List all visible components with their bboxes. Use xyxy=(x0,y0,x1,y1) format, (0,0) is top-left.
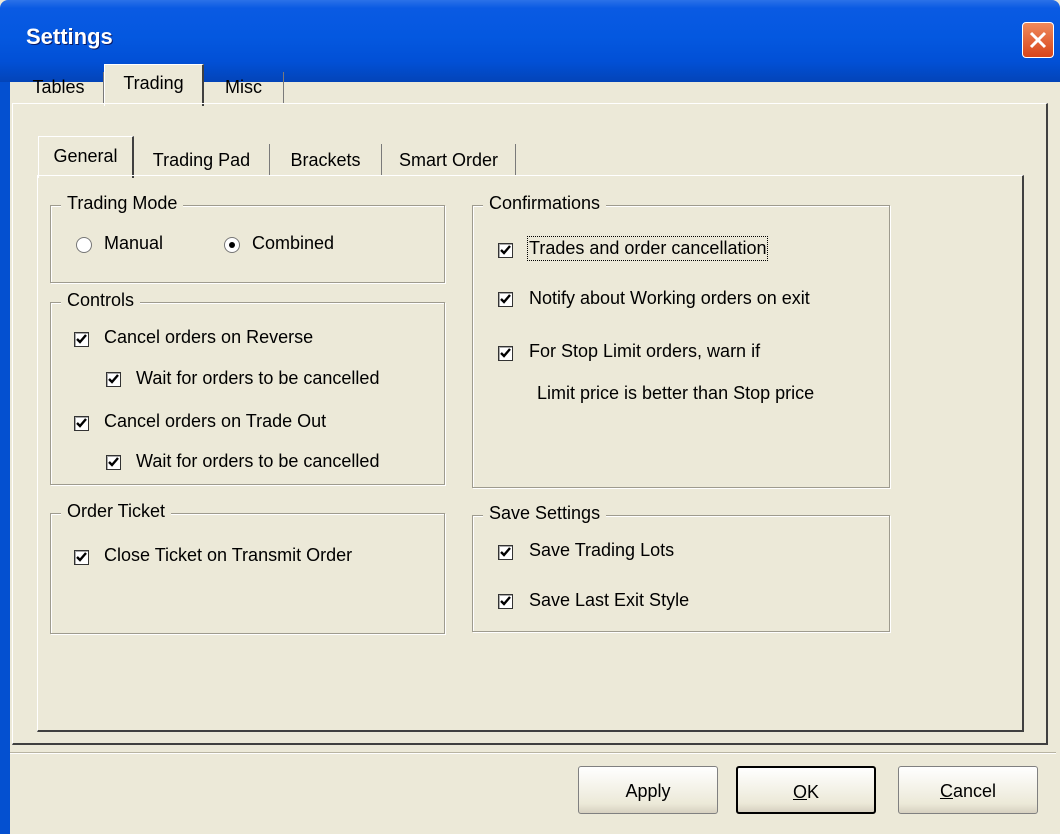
manual-radio[interactable] xyxy=(76,237,92,253)
tab-smart-order[interactable]: Smart Order xyxy=(382,144,516,176)
wait-cancelled-trade-out-label[interactable]: Wait for orders to be cancelled xyxy=(136,451,379,472)
combined-label[interactable]: Combined xyxy=(252,233,334,254)
save-last-exit-style-label[interactable]: Save Last Exit Style xyxy=(529,590,689,611)
save-trading-lots-checkbox[interactable] xyxy=(498,545,513,560)
close-ticket-checkbox[interactable] xyxy=(74,550,89,565)
cancel-on-reverse-checkbox[interactable] xyxy=(74,332,89,347)
save-settings-title: Save Settings xyxy=(483,503,607,524)
settings-dialog: Settings Tables Trading Misc General Tra… xyxy=(0,0,1060,834)
cancel-label-rest: ancel xyxy=(952,781,997,801)
tab-trading-pad[interactable]: Trading Pad xyxy=(134,144,270,176)
window-title: Settings xyxy=(26,24,113,49)
trades-cancellation-label[interactable]: Trades and order cancellation xyxy=(526,236,769,261)
notify-working-orders-label[interactable]: Notify about Working orders on exit xyxy=(529,288,810,309)
cancel-on-reverse-label[interactable]: Cancel orders on Reverse xyxy=(104,327,313,348)
apply-label: Apply xyxy=(625,781,671,801)
combined-radio[interactable] xyxy=(224,237,240,253)
button-separator xyxy=(10,752,1056,754)
cancel-on-trade-out-checkbox[interactable] xyxy=(74,416,89,431)
stop-limit-warn-continuation: Limit price is better than Stop price xyxy=(537,383,815,403)
tab-trading-pad-label: Trading Pad xyxy=(152,150,251,170)
order-ticket-group: Order Ticket xyxy=(50,501,445,634)
close-ticket-label[interactable]: Close Ticket on Transmit Order xyxy=(104,545,352,566)
tab-smart-order-label: Smart Order xyxy=(398,150,499,170)
ok-button[interactable]: OK xyxy=(736,766,876,814)
cancel-mnemonic: C xyxy=(939,781,953,801)
cancel-button[interactable]: Cancel xyxy=(898,766,1038,814)
tab-tables-label: Tables xyxy=(32,77,85,97)
trading-mode-title: Trading Mode xyxy=(61,193,184,214)
wait-cancelled-reverse-checkbox[interactable] xyxy=(106,372,121,387)
order-ticket-title: Order Ticket xyxy=(61,501,172,522)
tab-misc[interactable]: Misc xyxy=(204,72,284,104)
trades-cancellation-checkbox[interactable] xyxy=(498,243,513,258)
window-border xyxy=(0,82,10,834)
save-trading-lots-label[interactable]: Save Trading Lots xyxy=(529,540,674,561)
tab-brackets[interactable]: Brackets xyxy=(270,144,382,176)
stop-limit-warn-label[interactable]: For Stop Limit orders, warn if xyxy=(529,341,760,362)
save-last-exit-style-checkbox[interactable] xyxy=(498,594,513,609)
apply-button[interactable]: Apply xyxy=(578,766,718,814)
tab-trading[interactable]: Trading xyxy=(104,64,204,106)
notify-working-orders-checkbox[interactable] xyxy=(498,292,513,307)
confirmations-title: Confirmations xyxy=(483,193,607,214)
tab-trading-label: Trading xyxy=(123,73,184,93)
ok-mnemonic: O xyxy=(792,782,807,802)
tab-general-label: General xyxy=(53,146,118,166)
wait-cancelled-trade-out-checkbox[interactable] xyxy=(106,455,121,470)
tab-brackets-label: Brackets xyxy=(290,150,361,170)
wait-cancelled-reverse-label[interactable]: Wait for orders to be cancelled xyxy=(136,368,379,389)
manual-label[interactable]: Manual xyxy=(104,233,163,254)
tab-general[interactable]: General xyxy=(38,136,134,178)
tab-misc-label: Misc xyxy=(225,77,262,97)
close-button[interactable] xyxy=(1022,22,1054,58)
controls-title: Controls xyxy=(61,290,141,311)
stop-limit-warn-checkbox[interactable] xyxy=(498,346,513,361)
ok-label-rest: K xyxy=(807,782,820,802)
tab-tables[interactable]: Tables xyxy=(14,72,104,104)
save-settings-group: Save Settings xyxy=(472,503,890,632)
cancel-on-trade-out-label[interactable]: Cancel orders on Trade Out xyxy=(104,411,326,432)
